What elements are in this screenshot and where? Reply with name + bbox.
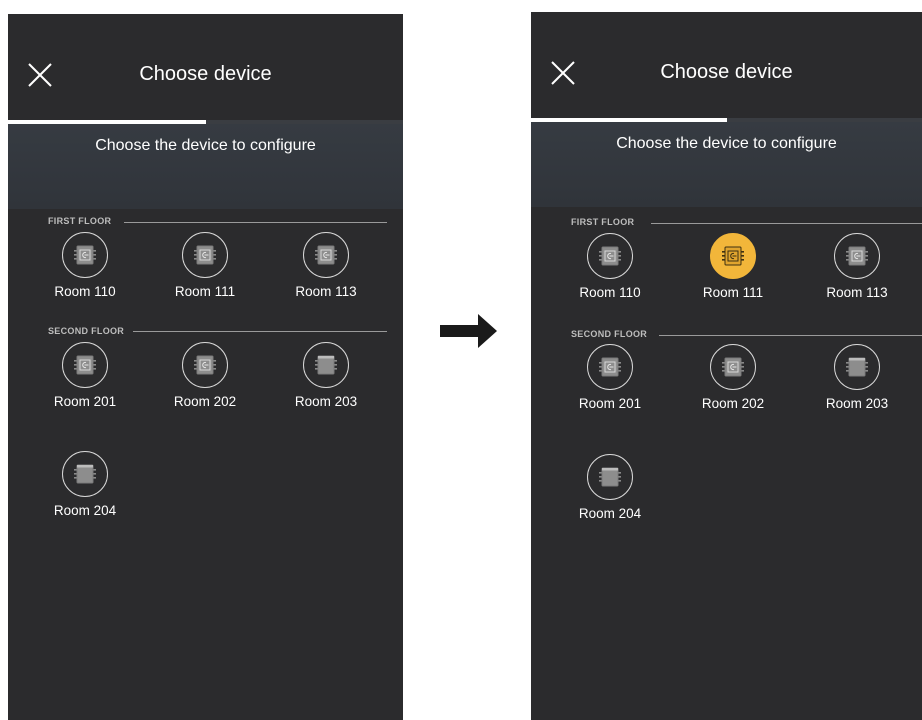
- device-room-203[interactable]: Room 203: [811, 344, 903, 411]
- device-chip-icon: [845, 244, 869, 268]
- device-circle[interactable]: [834, 233, 880, 279]
- subtitle: Choose the device to configure: [616, 135, 837, 152]
- device-chip-icon: [193, 353, 217, 377]
- device-room-202[interactable]: Room 202: [159, 342, 251, 409]
- subtitle: Choose the device to configure: [95, 137, 316, 154]
- top-bar: Choose device: [531, 12, 922, 119]
- device-room-113[interactable]: Room 113: [280, 232, 372, 299]
- device-label: Room 203: [825, 396, 889, 411]
- device-circle[interactable]: [182, 342, 228, 388]
- floor-divider: [659, 335, 922, 336]
- device-label: Room 111: [174, 284, 236, 299]
- device-circle[interactable]: [303, 342, 349, 388]
- device-label: Room 202: [701, 396, 765, 411]
- device-chip-icon: [314, 243, 338, 267]
- device-room-113[interactable]: Room 113: [811, 233, 903, 300]
- device-room-204[interactable]: Room 204: [39, 451, 131, 518]
- device-label: Room 110: [579, 285, 641, 300]
- device-chip-icon: [598, 244, 622, 268]
- device-room-204[interactable]: Room 204: [564, 454, 656, 521]
- device-circle[interactable]: [834, 344, 880, 390]
- device-circle[interactable]: [62, 451, 108, 497]
- device-circle[interactable]: [710, 233, 756, 279]
- right-arrow-icon: [440, 314, 497, 348]
- device-label: Room 111: [702, 285, 764, 300]
- device-chip-icon: [193, 243, 217, 267]
- subheader: Choose the device to configure: [531, 122, 922, 207]
- floor-label-first: FIRST FLOOR: [571, 217, 635, 227]
- device-label: Room 201: [578, 396, 642, 411]
- device-circle[interactable]: [710, 344, 756, 390]
- device-room-110[interactable]: Room 110: [564, 233, 656, 300]
- device-room-203[interactable]: Room 203: [280, 342, 372, 409]
- device-label: Room 110: [54, 284, 116, 299]
- device-label: Room 204: [53, 503, 117, 518]
- device-label: Room 113: [295, 284, 357, 299]
- device-room-201[interactable]: Room 201: [564, 344, 656, 411]
- floor-label-second: SECOND FLOOR: [571, 329, 648, 339]
- right-screen: Choose device Choose the device to confi…: [531, 12, 922, 720]
- device-chip-icon: [598, 465, 622, 489]
- device-circle[interactable]: [587, 233, 633, 279]
- floor-label-second: SECOND FLOOR: [48, 326, 125, 336]
- device-room-111[interactable]: Room 111: [687, 233, 779, 300]
- floor-divider: [651, 223, 922, 224]
- device-chip-icon: [721, 355, 745, 379]
- device-chip-icon: [73, 353, 97, 377]
- left-screen: Choose device Choose the device to confi…: [8, 14, 403, 720]
- device-circle[interactable]: [62, 232, 108, 278]
- subheader: Choose the device to configure: [8, 124, 403, 209]
- device-circle[interactable]: [303, 232, 349, 278]
- device-chip-icon: [721, 244, 745, 268]
- floor-divider: [124, 222, 387, 223]
- device-room-202[interactable]: Room 202: [687, 344, 779, 411]
- device-circle[interactable]: [587, 344, 633, 390]
- page-title: Choose device: [139, 63, 272, 85]
- device-chip-icon: [73, 462, 97, 486]
- top-bar: Choose device: [8, 14, 403, 121]
- device-chip-icon: [73, 243, 97, 267]
- device-label: Room 204: [578, 506, 642, 521]
- device-circle[interactable]: [62, 342, 108, 388]
- device-room-111[interactable]: Room 111: [159, 232, 251, 299]
- device-circle[interactable]: [587, 454, 633, 500]
- device-chip-icon: [598, 355, 622, 379]
- device-label: Room 201: [53, 394, 117, 409]
- page-title: Choose device: [660, 61, 793, 83]
- device-room-110[interactable]: Room 110: [39, 232, 131, 299]
- device-chip-icon: [314, 353, 338, 377]
- device-room-201[interactable]: Room 201: [39, 342, 131, 409]
- device-label: Room 202: [173, 394, 237, 409]
- floor-label-first: FIRST FLOOR: [48, 216, 112, 226]
- device-label: Room 203: [294, 394, 358, 409]
- floor-divider: [133, 331, 387, 332]
- device-label: Room 113: [826, 285, 888, 300]
- device-chip-icon: [845, 355, 869, 379]
- device-circle[interactable]: [182, 232, 228, 278]
